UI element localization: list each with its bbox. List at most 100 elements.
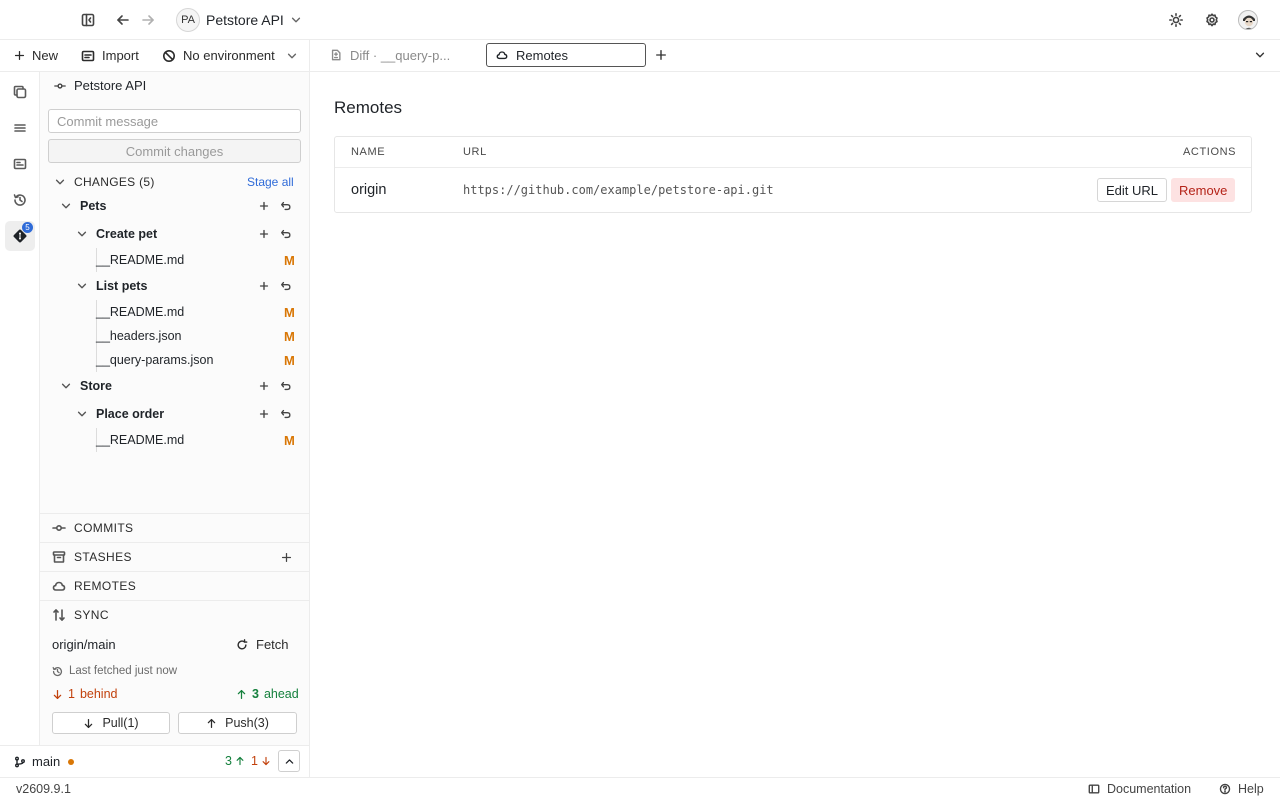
stage-plus-icon[interactable] — [258, 408, 270, 420]
stage-plus-icon[interactable] — [258, 280, 270, 292]
tree-file[interactable]: __query-params.json M — [40, 348, 310, 372]
import-button[interactable]: Import — [81, 40, 139, 71]
table-header: NAME URL ACTIONS — [335, 137, 1251, 168]
chevron-up-icon — [285, 758, 293, 764]
branch-bar: main 3 1 — [0, 745, 310, 777]
arrow-up-icon — [236, 756, 244, 766]
chevron-down-icon — [61, 203, 71, 209]
tab-diff[interactable]: Diff · __query-p... — [330, 43, 480, 67]
stage-plus-icon[interactable] — [258, 228, 270, 240]
stage-plus-icon[interactable] — [258, 380, 270, 392]
gear-icon — [1206, 13, 1218, 27]
tree-folder-label: Create pet — [96, 227, 158, 241]
tree-file-label: __README.md — [96, 253, 185, 267]
user-avatar[interactable] — [1238, 10, 1258, 30]
fetch-button[interactable]: Fetch — [236, 637, 289, 652]
environment-select[interactable]: No environment — [162, 40, 298, 71]
help-circle-icon — [1219, 783, 1231, 795]
section-stashes[interactable]: STASHES — [40, 542, 310, 571]
section-remotes-label: REMOTES — [74, 579, 137, 593]
rail-list[interactable] — [10, 118, 30, 138]
commit-icon — [54, 82, 66, 89]
section-remotes[interactable]: REMOTES — [40, 571, 310, 600]
arrow-left-icon — [117, 15, 129, 25]
tree-file-label: __query-params.json — [96, 353, 214, 367]
last-fetched-status: Last fetched just now — [52, 665, 177, 677]
chevron-down-icon — [77, 411, 87, 417]
remotes-table: NAME URL ACTIONS origin https://github.c… — [334, 136, 1252, 213]
import-icon — [81, 50, 95, 61]
sun-icon — [1169, 13, 1183, 27]
chevron-down-icon — [61, 383, 71, 389]
discard-undo-icon[interactable] — [280, 228, 292, 240]
new-tab-button[interactable] — [655, 49, 669, 63]
documentation-link[interactable]: Documentation — [1088, 782, 1191, 796]
tree-file[interactable]: __README.md M — [40, 428, 310, 452]
rail-docs[interactable] — [10, 154, 30, 174]
settings-button[interactable] — [1202, 10, 1222, 30]
repo-title: Petstore API — [74, 78, 147, 93]
rail-history[interactable] — [10, 190, 30, 210]
new-button[interactable]: New — [14, 40, 58, 71]
chevron-down-icon — [1255, 52, 1265, 58]
tree-folder[interactable]: Create pet — [40, 222, 310, 246]
tree-folder[interactable]: Place order — [40, 402, 310, 426]
stage-plus-icon[interactable] — [258, 200, 270, 212]
commit-changes-button[interactable]: Commit changes — [48, 139, 301, 163]
arrow-right-icon — [142, 15, 154, 25]
push-label: Push(3) — [225, 716, 269, 730]
repo-header: Petstore API — [54, 78, 146, 93]
tree-folder[interactable]: Store — [40, 374, 310, 398]
forward-button[interactable] — [138, 10, 158, 30]
push-button[interactable]: Push(3) — [178, 712, 297, 734]
tab-overflow-button[interactable] — [1254, 49, 1268, 63]
remove-remote-button[interactable]: Remove — [1171, 178, 1236, 202]
tree-folder[interactable]: List pets — [40, 274, 310, 298]
tree-file[interactable]: __README.md M — [40, 248, 310, 272]
toggle-sidebar-button[interactable] — [78, 10, 98, 30]
tree-file[interactable]: __headers.json M — [40, 324, 310, 348]
theme-toggle-button[interactable] — [1166, 10, 1186, 30]
help-link[interactable]: Help — [1219, 782, 1264, 796]
column-header-actions: ACTIONS — [1183, 146, 1237, 158]
edit-url-button[interactable]: Edit URL — [1097, 178, 1168, 202]
pull-label: Pull(1) — [102, 716, 139, 730]
discard-undo-icon[interactable] — [280, 380, 292, 392]
tab-remotes[interactable]: Remotes — [486, 43, 646, 67]
discard-undo-icon[interactable] — [280, 280, 292, 292]
chevron-down-icon — [77, 231, 87, 237]
plus-icon — [656, 50, 666, 60]
new-label: New — [32, 48, 59, 63]
last-fetched-label: Last fetched just now — [69, 665, 178, 677]
stage-all-link[interactable]: Stage all — [247, 175, 294, 189]
tree-folder-label: Pets — [80, 199, 107, 213]
discard-undo-icon[interactable] — [280, 408, 292, 420]
section-sync[interactable]: SYNC — [40, 600, 310, 629]
branch-name: main — [32, 754, 61, 769]
chevron-down-icon — [55, 179, 65, 185]
commit-message-input[interactable] — [48, 109, 301, 133]
modified-status: M — [284, 328, 295, 344]
ahead-status: 3 ahead — [236, 687, 299, 701]
discard-undo-icon[interactable] — [280, 200, 292, 212]
tab-diff-label: Diff · __query-p... — [350, 47, 451, 63]
pull-button[interactable]: Pull(1) — [52, 712, 170, 734]
plus-icon[interactable] — [281, 552, 292, 563]
sync-arrows-icon — [53, 609, 65, 621]
tree-file[interactable]: __README.md M — [40, 300, 310, 324]
tree-file-label: __README.md — [96, 433, 185, 447]
project-switcher[interactable]: PA Petstore API — [176, 7, 302, 33]
history-icon — [52, 666, 63, 676]
changes-header[interactable]: CHANGES (5) Stage all — [40, 170, 310, 194]
section-stashes-label: STASHES — [74, 550, 132, 564]
tree-folder[interactable]: Pets — [40, 194, 310, 218]
expand-panel-button[interactable] — [278, 750, 300, 772]
status-footer: v2609.9.1 Documentation Help — [0, 777, 1280, 800]
branch-switcher[interactable]: main — [14, 754, 75, 769]
back-button[interactable] — [113, 10, 133, 30]
user-avatar-icon — [1239, 11, 1257, 29]
section-commits[interactable]: COMMITS — [40, 513, 310, 542]
chevron-down-icon — [291, 17, 300, 23]
modified-status: M — [284, 304, 295, 320]
rail-collections[interactable] — [10, 82, 30, 102]
